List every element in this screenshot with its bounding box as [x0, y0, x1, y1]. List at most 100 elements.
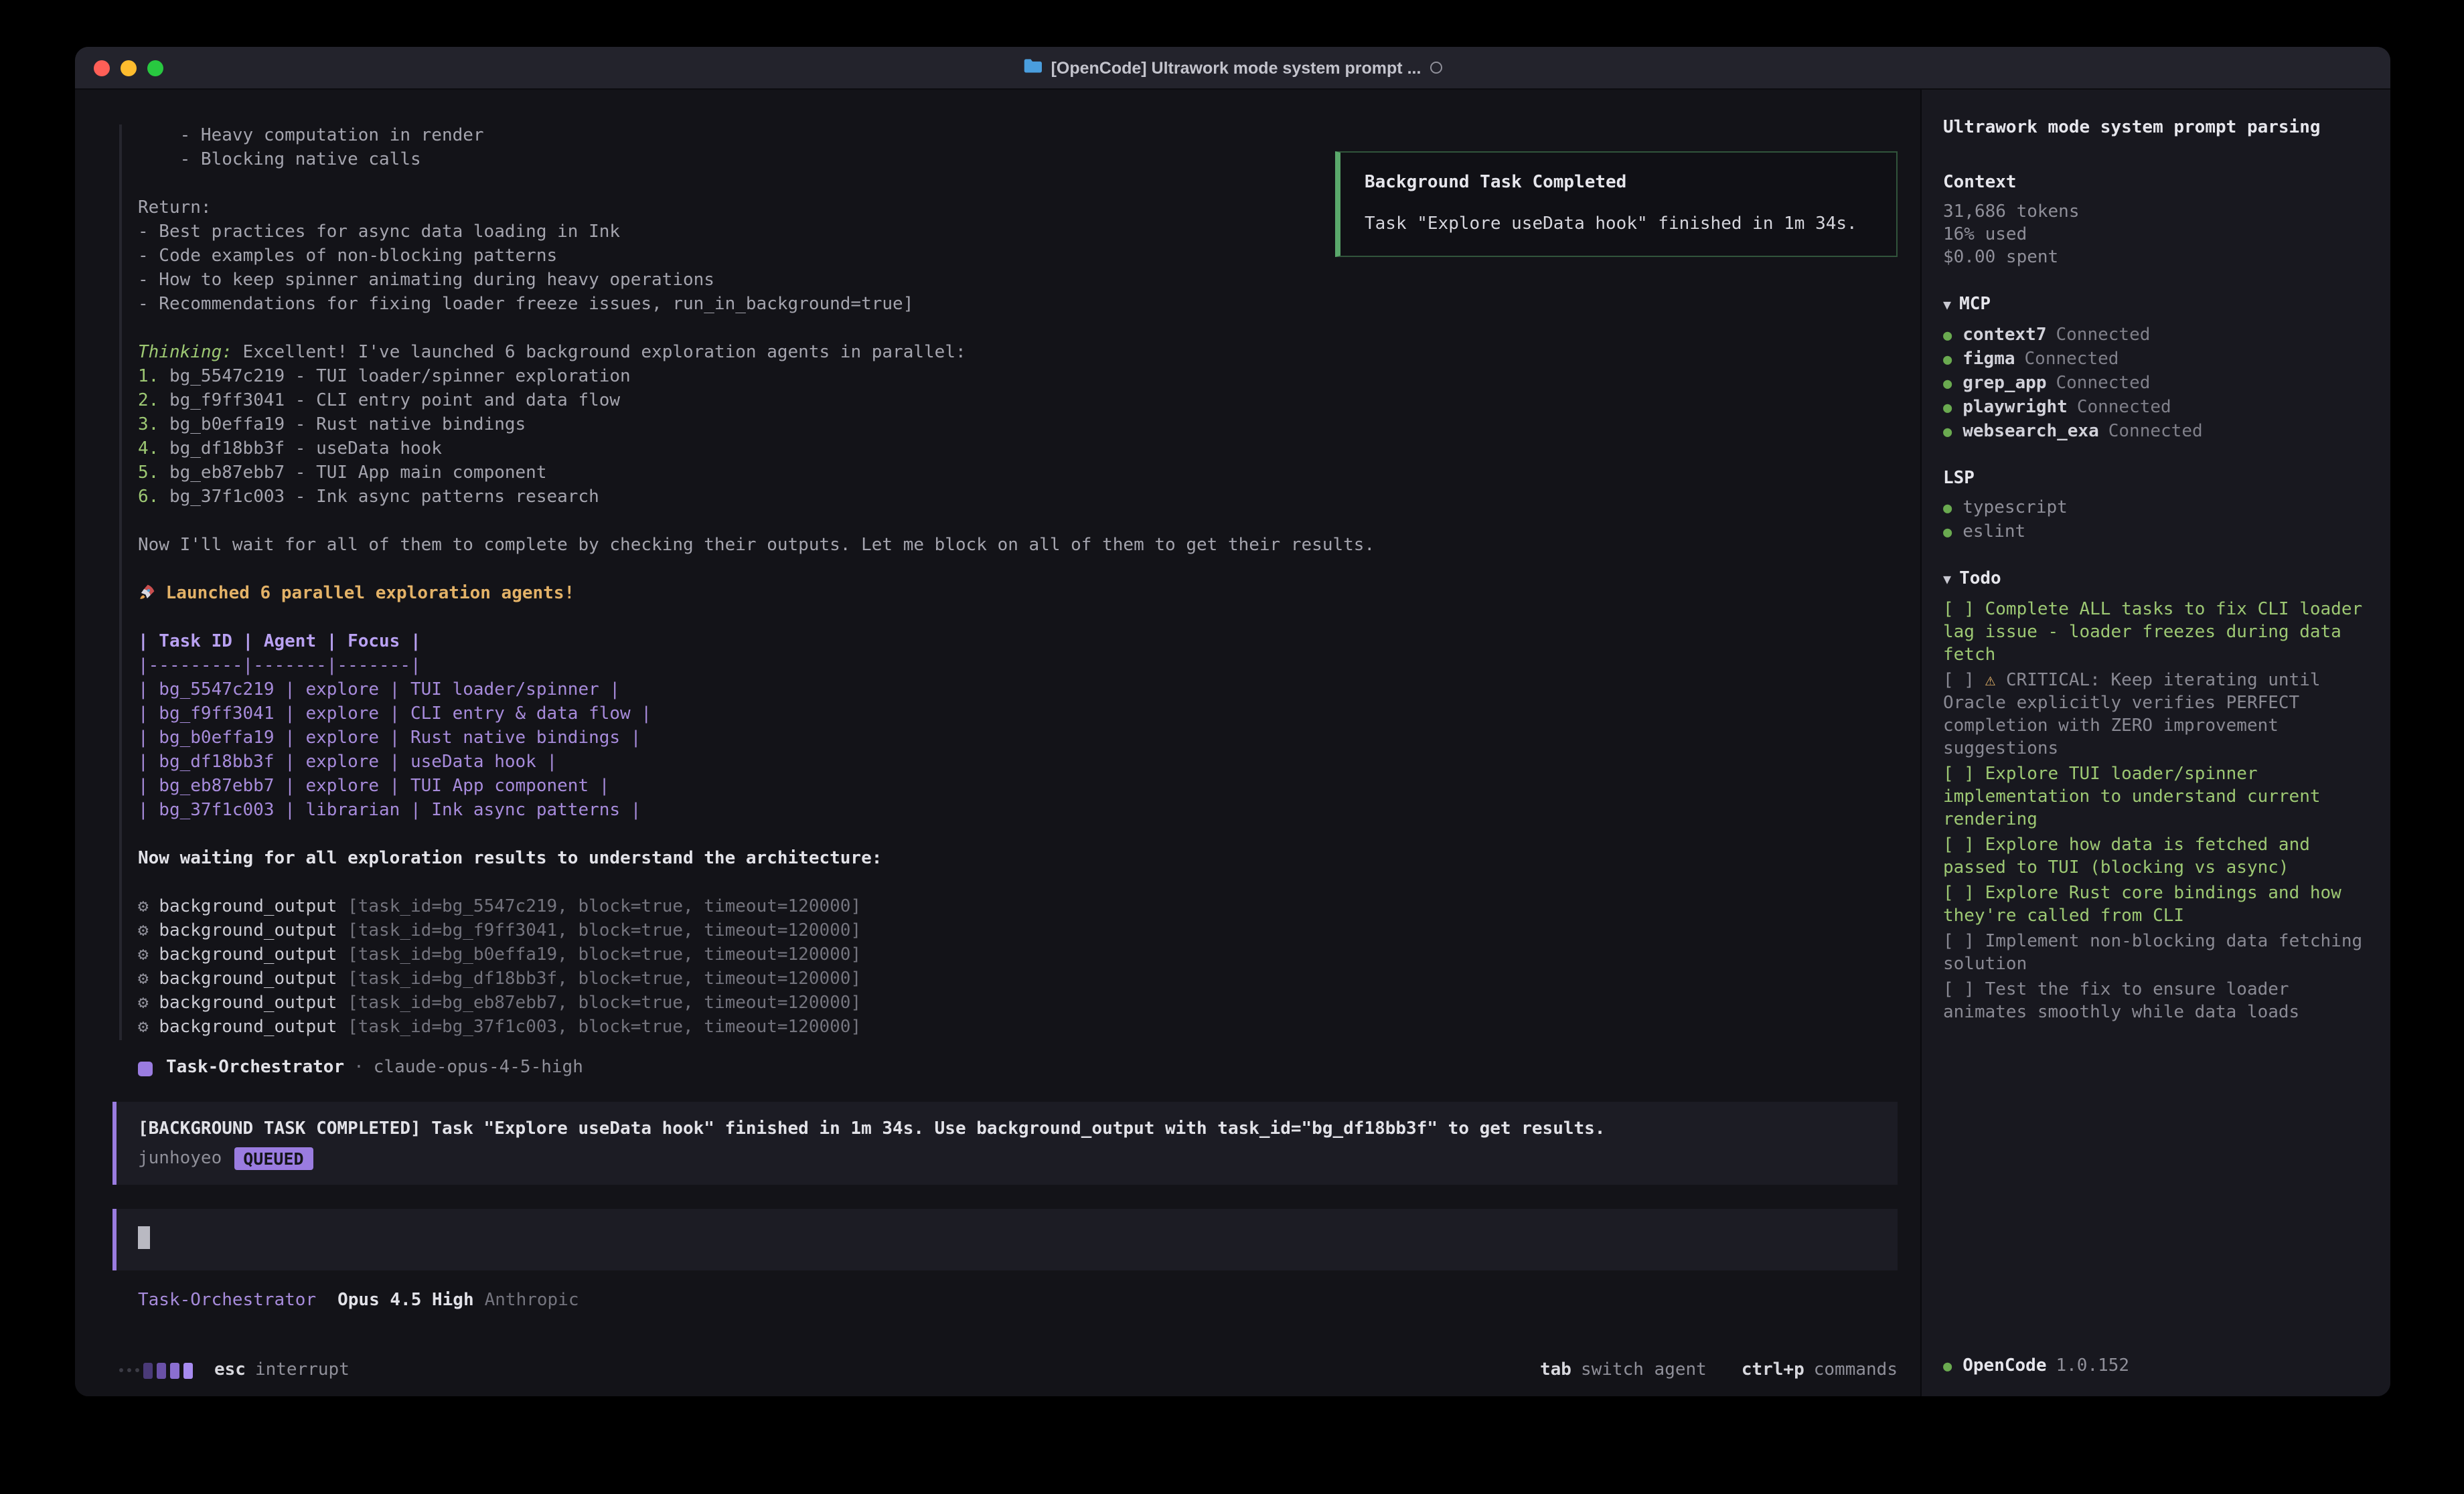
terminal-line: - Heavy computation in render: [138, 124, 1920, 149]
gear-icon: ⚙: [138, 993, 159, 1013]
terminal-line: [138, 872, 1920, 896]
terminal-line: | bg_df18bb3f | explore | useData hook |: [138, 751, 1920, 775]
window-title: [OpenCode] Ultrawork mode system prompt …: [1051, 58, 1421, 77]
todo-text: Test the fix to ensure loader animates s…: [1943, 980, 2299, 1023]
close-window-button[interactable]: [94, 60, 110, 76]
todo-text: Implement non-blocking data fetching sol…: [1943, 932, 2362, 975]
terminal-line: 2. bg_f9ff3041 - CLI entry point and dat…: [138, 390, 1920, 414]
terminal-line: 1. bg_5547c219 - TUI loader/spinner expl…: [138, 365, 1920, 390]
queued-message-block: [BACKGROUND TASK COMPLETED] Task "Explor…: [112, 1102, 1898, 1185]
todo-item: [ ] Implement non-blocking data fetching…: [1943, 930, 2369, 976]
input-provider-name: Anthropic: [485, 1289, 579, 1313]
circle-icon: [1430, 62, 1442, 74]
todo-text: Explore how data is fetched and passed t…: [1943, 835, 2310, 878]
lsp-heading: LSP: [1943, 467, 2369, 490]
mcp-status: Connected: [2077, 396, 2171, 419]
terminal-line: [138, 606, 1920, 631]
terminal-output: - Heavy computation in render - Blocking…: [119, 124, 1920, 1040]
context-heading: Context: [1943, 171, 2369, 194]
session-title: Ultrawork mode system prompt parsing: [1943, 116, 2369, 139]
mcp-item: ● websearch_exa Connected: [1943, 420, 2369, 443]
sidebar: Ultrawork mode system prompt parsing Con…: [1920, 90, 2390, 1396]
agent-status-row: Task-Orchestrator · claude-opus-4-5-high: [138, 1056, 1920, 1080]
app-name: OpenCode: [1962, 1355, 2046, 1378]
terminal-line: | bg_b0effa19 | explore | Rust native bi…: [138, 727, 1920, 751]
context-tokens: 31,686 tokens: [1943, 201, 2369, 224]
prompt-input[interactable]: [112, 1209, 1898, 1270]
separator: ·: [354, 1056, 364, 1080]
status-dot-icon: ●: [1943, 521, 1952, 544]
terminal-line: [138, 510, 1920, 534]
todo-item: [ ] Test the fix to ensure loader animat…: [1943, 979, 2369, 1024]
mcp-status: Connected: [2025, 348, 2119, 371]
lsp-item: ● eslint: [1943, 521, 2369, 544]
toast-body: Task "Explore useData hook" finished in …: [1365, 214, 1875, 234]
status-dot-icon: ●: [1943, 372, 1952, 395]
context-used: 16% used: [1943, 224, 2369, 246]
ctrlp-key-label: commands: [1814, 1360, 1898, 1380]
context-section: Context 31,686 tokens 16% used $0.00 spe…: [1943, 171, 2369, 269]
terminal-line: ⚙ background_output [task_id=bg_5547c219…: [138, 896, 1920, 920]
tab-key-label: switch agent: [1581, 1360, 1707, 1380]
queued-message-author: junhoyeo: [138, 1146, 222, 1171]
terminal-line: 5. bg_eb87ebb7 - TUI App main component: [138, 462, 1920, 486]
chevron-down-icon[interactable]: ▼: [1943, 299, 1951, 313]
ctrlp-key-hint: ctrl+p: [1742, 1360, 1804, 1380]
terminal-line: 3. bg_b0effa19 - Rust native bindings: [138, 414, 1920, 438]
gear-icon: ⚙: [138, 897, 159, 917]
todo-item: [ ] ⚠ CRITICAL: Keep iterating until Ora…: [1943, 669, 2369, 760]
todo-text: Complete ALL tasks to fix CLI loader lag…: [1943, 600, 2362, 665]
mcp-name: grep_app: [1962, 372, 2046, 395]
mcp-name: playwright: [1962, 396, 2068, 419]
folder-icon: [1023, 58, 1042, 78]
mcp-name: context7: [1962, 324, 2046, 347]
terminal-line: |---------|-------|-------|: [138, 655, 1920, 679]
todo-item: [ ] Explore TUI loader/spinner implement…: [1943, 763, 2369, 831]
status-dot-icon: ●: [1943, 324, 1952, 347]
terminal-line: Now I'll wait for all of them to complet…: [138, 534, 1920, 558]
todo-checkbox: [ ]: [1943, 932, 1985, 952]
todo-text: Explore Rust core bindings and how they'…: [1943, 884, 2341, 926]
mcp-item: ●figmaConnected: [1943, 348, 2369, 371]
terminal-line: | bg_eb87ebb7 | explore | TUI App compon…: [138, 775, 1920, 799]
esc-key-hint: esc: [214, 1360, 246, 1380]
todo-checkbox: [ ]: [1943, 671, 1985, 691]
terminal-line: [138, 823, 1920, 847]
minimize-window-button[interactable]: [121, 60, 137, 76]
terminal-window: [OpenCode] Ultrawork mode system prompt …: [75, 47, 2390, 1396]
lsp-name: eslint: [1962, 521, 2025, 544]
queued-badge: QUEUED: [234, 1147, 313, 1170]
todo-checkbox: [ ]: [1943, 600, 1985, 620]
gear-icon: ⚙: [138, 1017, 159, 1038]
chevron-down-icon[interactable]: ▼: [1943, 573, 1951, 588]
status-dot-icon: ●: [1943, 497, 1952, 519]
gear-icon: ⚙: [138, 969, 159, 989]
agent-model: claude-opus-4-5-high: [374, 1056, 583, 1080]
mcp-name: websearch_exa: [1962, 420, 2099, 443]
mcp-item: ● context7 Connected: [1943, 324, 2369, 347]
mcp-section: ▼MCP ●context7Connected●figmaConnected●g…: [1943, 293, 2369, 443]
input-agent-row: Task-Orchestrator Opus 4.5 High Anthropi…: [138, 1289, 1920, 1313]
status-dot-icon: ●: [1943, 420, 1952, 443]
screen: [OpenCode] Ultrawork mode system prompt …: [0, 0, 2464, 1494]
main-pane: Background Task Completed Task "Explore …: [75, 90, 1920, 1396]
mcp-status: Connected: [2056, 324, 2151, 347]
mcp-status: Connected: [2108, 420, 2203, 443]
mcp-heading: MCP: [1959, 295, 1991, 315]
todo-item: [ ] Explore how data is fetched and pass…: [1943, 834, 2369, 880]
mcp-list: ●context7Connected●figmaConnected●grep_a…: [1943, 324, 2369, 443]
terminal-line: ⚙ background_output [task_id=bg_f9ff3041…: [138, 920, 1920, 944]
context-spent: $0.00 spent: [1943, 246, 2369, 269]
lsp-section: LSP ●typescript●eslint: [1943, 467, 2369, 544]
todo-heading: Todo: [1959, 569, 2001, 589]
terminal-line: ⚙ background_output [task_id=bg_37f1c003…: [138, 1016, 1920, 1040]
todo-list: [ ] Complete ALL tasks to fix CLI loader…: [1943, 598, 2369, 1024]
rocket-icon: [138, 584, 155, 604]
zoom-window-button[interactable]: [147, 60, 163, 76]
window-title-wrap: [OpenCode] Ultrawork mode system prompt …: [1023, 58, 1443, 78]
sidebar-footer: ● OpenCode 1.0.152: [1943, 1355, 2129, 1378]
text-cursor: [138, 1226, 150, 1249]
queued-message-text: [BACKGROUND TASK COMPLETED] Task "Explor…: [138, 1116, 1879, 1142]
todo-item: [ ] Complete ALL tasks to fix CLI loader…: [1943, 598, 2369, 667]
lsp-list: ●typescript●eslint: [1943, 497, 2369, 544]
